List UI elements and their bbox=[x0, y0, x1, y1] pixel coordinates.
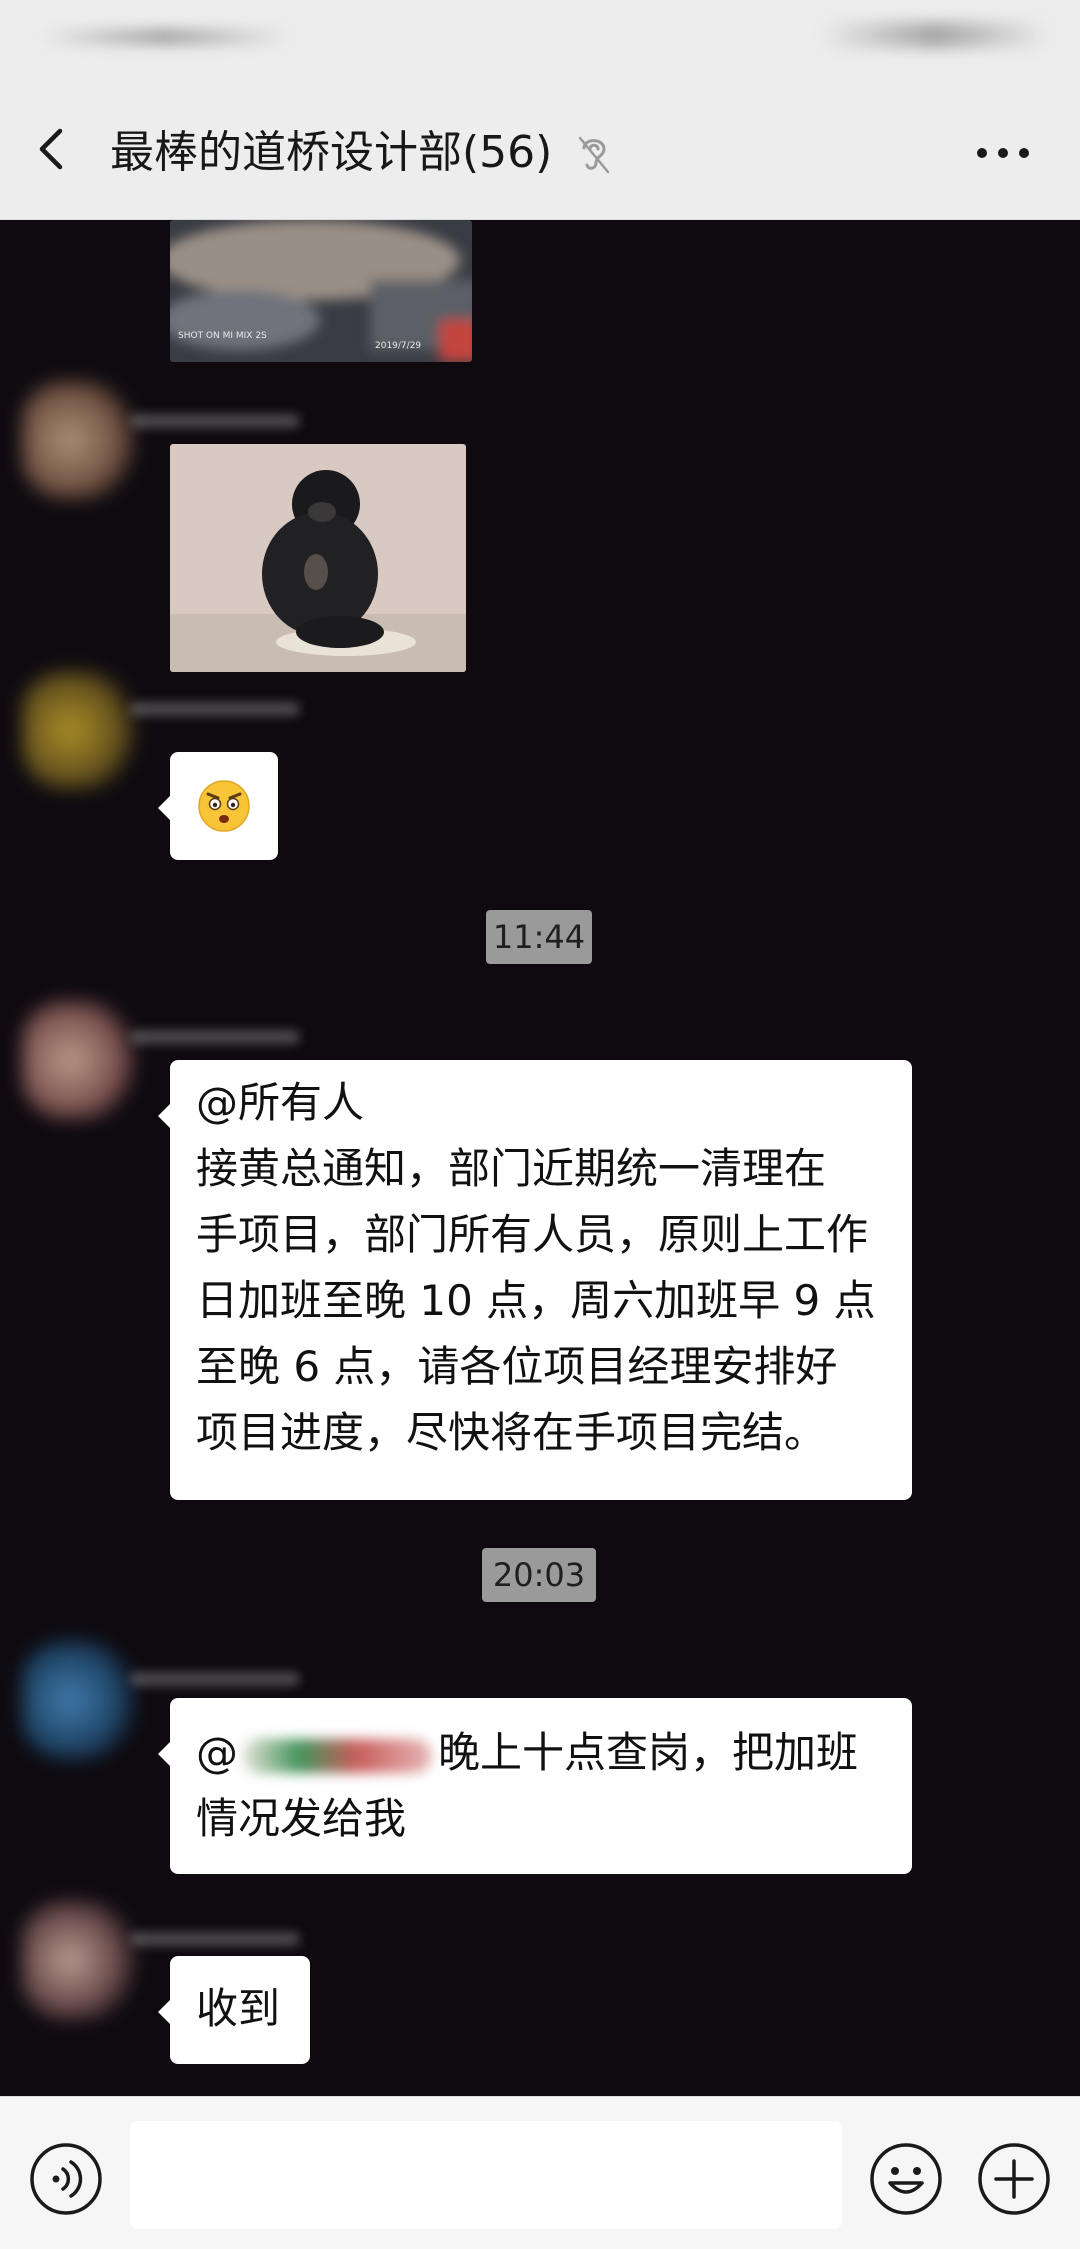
timestamp: 11:44 bbox=[486, 910, 592, 964]
message-text: 收到 bbox=[196, 1984, 281, 2033]
plus-button[interactable] bbox=[976, 2141, 1052, 2217]
blurred-photo: SHOT ON MI MIX 2S 2019/7/29 bbox=[170, 220, 472, 362]
message-line: @所有人 bbox=[196, 1078, 365, 1127]
input-bar bbox=[0, 2096, 1080, 2249]
message-line: 日加班至晚 10 点，周六加班早 9 点 bbox=[196, 1276, 876, 1325]
message-input[interactable] bbox=[130, 2121, 842, 2229]
message-line: 情况发给我 bbox=[196, 1794, 407, 1843]
voice-icon bbox=[30, 2143, 102, 2215]
photo-date: 2019/7/29 bbox=[375, 341, 421, 351]
sender-name-blurred bbox=[130, 702, 300, 716]
more-dots-icon bbox=[977, 148, 1029, 158]
image-message[interactable] bbox=[170, 444, 466, 672]
avatar[interactable] bbox=[22, 1640, 142, 1760]
message-line: 接黄总通知，部门近期统一清理在 bbox=[196, 1144, 827, 1193]
message-line: @ 晚上十点查岗，把加班 bbox=[196, 1720, 886, 1786]
sender-name-blurred bbox=[130, 1672, 300, 1686]
message-line: 手项目，部门所有人员，原则上工作 bbox=[196, 1210, 869, 1259]
back-button[interactable] bbox=[30, 119, 80, 179]
timestamp: 20:03 bbox=[482, 1548, 596, 1602]
chevron-left-icon bbox=[39, 128, 63, 170]
avatar[interactable] bbox=[22, 1000, 142, 1120]
ear-mute-icon bbox=[576, 132, 612, 176]
more-button[interactable] bbox=[972, 133, 1034, 173]
message-line: 项目进度，尽快将在手项目完结。 bbox=[196, 1408, 827, 1457]
chat-header: 最棒的道桥设计部(56) bbox=[0, 75, 1080, 220]
emoji-button[interactable] bbox=[868, 2141, 944, 2217]
voice-button[interactable] bbox=[28, 2141, 104, 2217]
emoji-icon bbox=[870, 2143, 942, 2215]
sender-name-blurred bbox=[130, 1030, 300, 1044]
status-bar-blurred-left bbox=[40, 28, 290, 46]
image-message[interactable]: SHOT ON MI MIX 2S 2019/7/29 bbox=[170, 220, 472, 362]
photo-watermark: SHOT ON MI MIX 2S bbox=[178, 331, 267, 341]
status-bar-blurred-right bbox=[820, 22, 1050, 48]
plus-icon bbox=[978, 2143, 1050, 2215]
avatar[interactable] bbox=[22, 1900, 142, 2020]
mention-text: 晚上十点查岗，把加班 bbox=[438, 1728, 859, 1777]
status-bar bbox=[0, 0, 1080, 75]
message-bubble[interactable]: @ 晚上十点查岗，把加班 情况发给我 bbox=[158, 1698, 912, 1874]
chat-area[interactable]: SHOT ON MI MIX 2S 2019/7/29 11:44 @所有人 接… bbox=[0, 220, 1080, 2096]
avatar[interactable] bbox=[22, 670, 142, 790]
mention-prefix: @ bbox=[196, 1728, 238, 1777]
message-bubble[interactable]: @所有人 接黄总通知，部门近期统一清理在 手项目，部门所有人员，原则上工作 日加… bbox=[158, 1060, 912, 1500]
sender-name-blurred bbox=[130, 414, 300, 428]
gorilla-photo bbox=[170, 444, 466, 672]
avatar[interactable] bbox=[22, 380, 142, 500]
message-line: 至晚 6 点，请各位项目经理安排好 bbox=[196, 1342, 838, 1391]
message-bubble[interactable] bbox=[158, 752, 278, 860]
message-bubble[interactable]: 收到 bbox=[158, 1956, 310, 2064]
mention-name-blurred bbox=[242, 1738, 432, 1773]
shocked-angry-face-emoji bbox=[198, 780, 250, 832]
page-title: 最棒的道桥设计部(56) bbox=[110, 127, 553, 178]
sender-name-blurred bbox=[130, 1932, 300, 1946]
